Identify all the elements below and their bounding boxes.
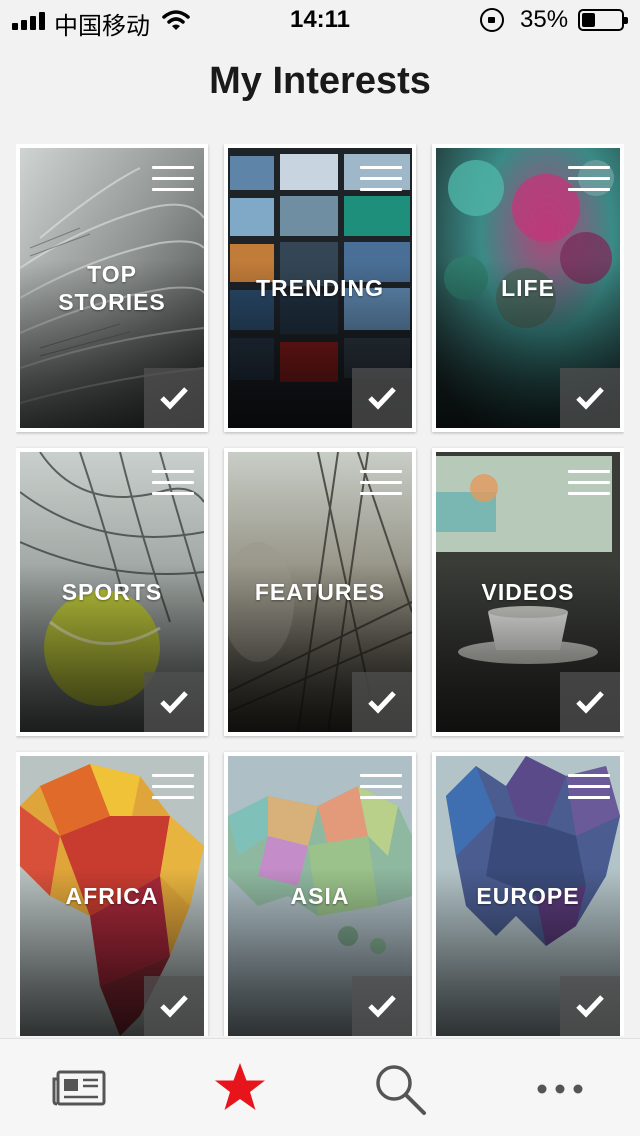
status-bar: 中国移动 14:11 35% — [0, 0, 640, 40]
checkmark-icon — [368, 995, 396, 1018]
selected-checkbox[interactable] — [560, 672, 620, 732]
tile-label: AFRICA — [65, 883, 159, 909]
interest-tile-africa[interactable]: AFRICA — [16, 752, 208, 1036]
tile-label: TRENDING — [255, 275, 385, 301]
selected-checkbox[interactable] — [352, 368, 412, 428]
drag-handle-icon[interactable] — [152, 774, 194, 800]
selected-checkbox[interactable] — [144, 368, 204, 428]
drag-handle-icon[interactable] — [152, 470, 194, 496]
interest-tile-asia[interactable]: ASIA — [224, 752, 416, 1036]
interest-tile-top-stories[interactable]: TOP STORIES — [16, 144, 208, 432]
tile-label: EUROPE — [476, 883, 580, 909]
drag-handle-icon[interactable] — [360, 774, 402, 800]
selected-checkbox[interactable] — [144, 672, 204, 732]
drag-handle-icon[interactable] — [568, 470, 610, 496]
tile-label: TOP STORIES — [58, 261, 166, 315]
checkmark-icon — [576, 995, 604, 1018]
selected-checkbox[interactable] — [560, 368, 620, 428]
battery-level — [582, 13, 596, 27]
tile-image-screens: TRENDING — [228, 148, 412, 428]
tile-image-europe-map: EUROPE — [436, 756, 620, 1036]
tab-my-interests[interactable] — [210, 1061, 270, 1117]
checkmark-icon — [160, 995, 188, 1018]
selected-checkbox[interactable] — [352, 672, 412, 732]
tile-image-coffee: VIDEOS — [436, 452, 620, 732]
battery-percent: 35% — [520, 6, 569, 33]
drag-handle-icon[interactable] — [360, 166, 402, 192]
tile-image-asia-map: ASIA — [228, 756, 412, 1036]
tab-more[interactable] — [530, 1061, 590, 1117]
drag-handle-icon[interactable] — [568, 774, 610, 800]
star-icon — [215, 1063, 265, 1110]
tile-image-newspaper: TOP STORIES — [20, 148, 204, 428]
checkmark-icon — [576, 387, 604, 410]
search-icon — [376, 1065, 426, 1115]
tab-search[interactable] — [370, 1061, 430, 1117]
interest-grid: TOP STORIES TRENDING LIFE SPORTS FEATURE… — [16, 144, 624, 1036]
checkmark-icon — [160, 387, 188, 410]
selected-checkbox[interactable] — [352, 976, 412, 1036]
tile-label: SPORTS — [61, 579, 163, 605]
interest-tile-videos[interactable]: VIDEOS — [432, 448, 624, 736]
checkmark-icon — [368, 387, 396, 410]
tile-label: ASIA — [290, 883, 350, 909]
drag-handle-icon[interactable] — [568, 166, 610, 192]
page-title: My Interests — [209, 60, 431, 102]
interest-tile-europe[interactable]: EUROPE — [432, 752, 624, 1036]
rotation-lock-icon — [480, 8, 504, 32]
checkmark-icon — [576, 691, 604, 714]
tile-image-africa-map: AFRICA — [20, 756, 204, 1036]
tab-news[interactable] — [50, 1061, 110, 1117]
tile-label: FEATURES — [254, 579, 386, 605]
selected-checkbox[interactable] — [144, 976, 204, 1036]
drag-handle-icon[interactable] — [360, 470, 402, 496]
interest-tile-trending[interactable]: TRENDING — [224, 144, 416, 432]
interest-tile-features[interactable]: FEATURES — [224, 448, 416, 736]
interest-tile-sports[interactable]: SPORTS — [16, 448, 208, 736]
tile-image-boat: FEATURES — [228, 452, 412, 732]
tile-label: LIFE — [501, 275, 555, 301]
more-icon — [537, 1084, 583, 1094]
tab-bar — [0, 1038, 640, 1136]
tile-image-tennis: SPORTS — [20, 452, 204, 732]
selected-checkbox[interactable] — [560, 976, 620, 1036]
drag-handle-icon[interactable] — [152, 166, 194, 192]
battery-icon — [578, 9, 628, 31]
checkmark-icon — [160, 691, 188, 714]
tile-label: VIDEOS — [481, 579, 575, 605]
tile-image-paint: LIFE — [436, 148, 620, 428]
newspaper-icon — [52, 1070, 106, 1106]
interest-tile-life[interactable]: LIFE — [432, 144, 624, 432]
checkmark-icon — [368, 691, 396, 714]
